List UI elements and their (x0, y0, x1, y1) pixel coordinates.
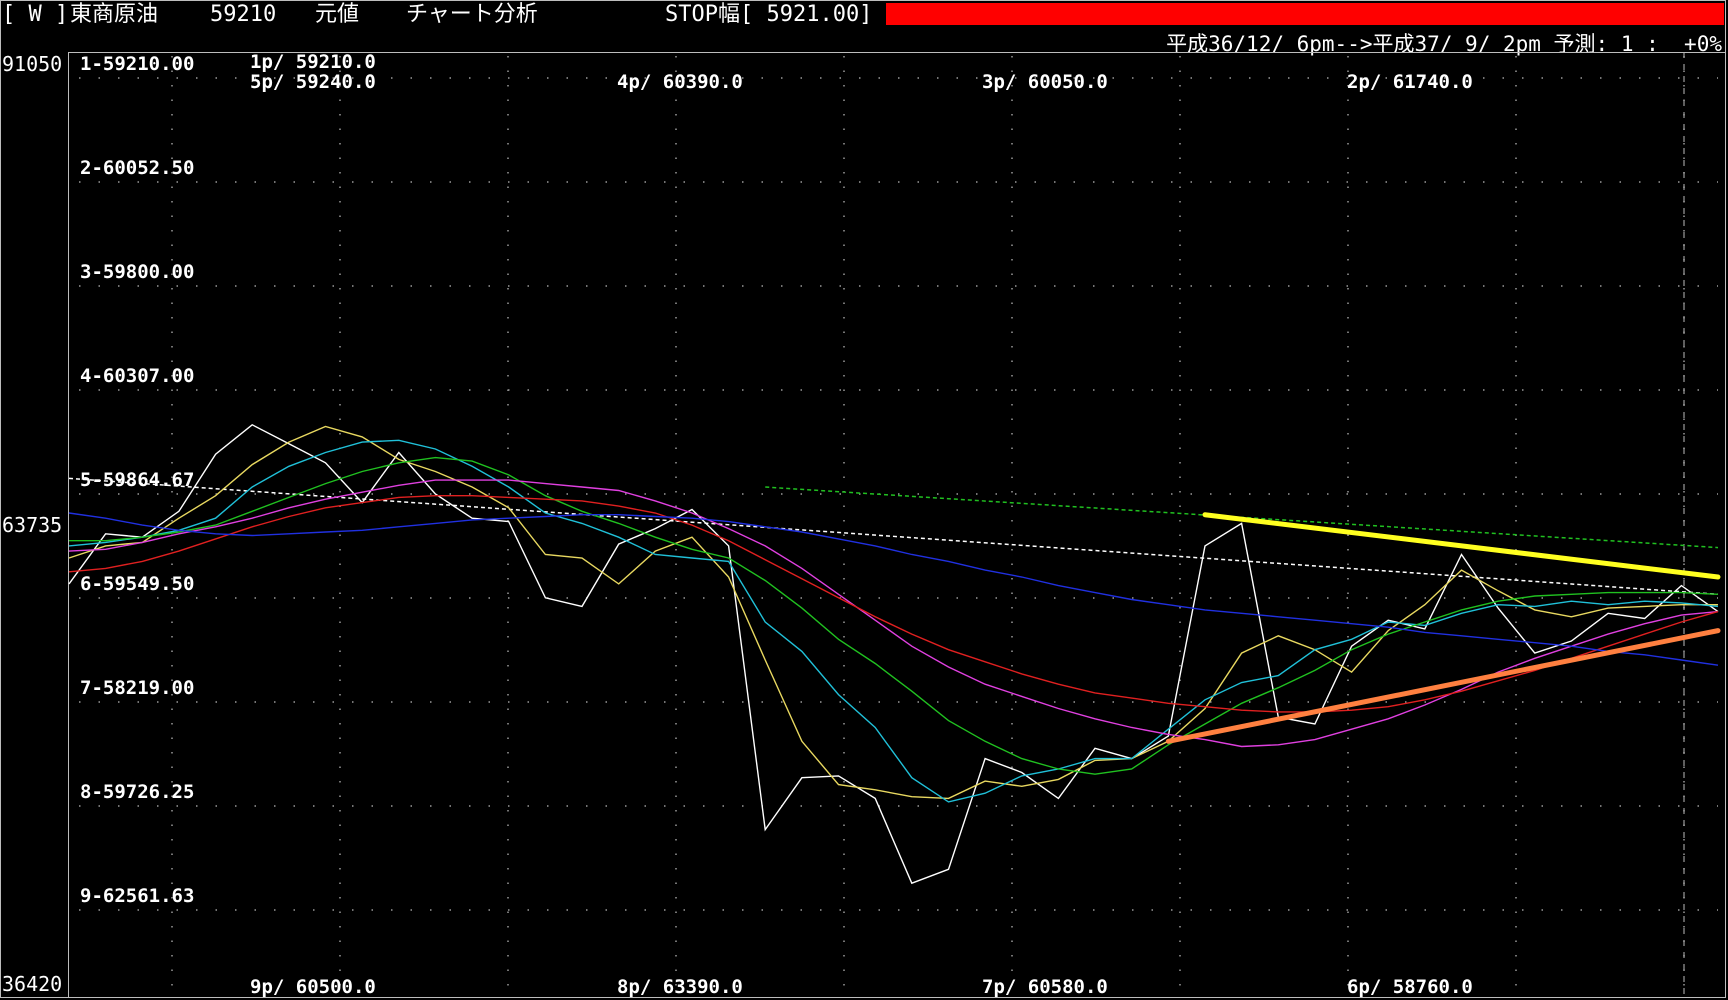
bottom-period-label: 6p/ 58760.0 (1347, 976, 1473, 998)
top-period-label: 1p/ 59210.0 (250, 51, 376, 73)
top-period-label: 3p/ 60050.0 (982, 71, 1108, 93)
trend-line-trend_upper (1202, 512, 1721, 580)
top-period-label: 2p/ 61740.0 (1347, 71, 1473, 93)
level-label: 7-58219.00 (80, 677, 194, 699)
series-line-green (69, 456, 1719, 775)
trend-line-trend_lower (1165, 628, 1721, 744)
level-label: 6-59549.50 (80, 573, 194, 595)
level-label: 4-60307.00 (80, 365, 194, 387)
bottom-period-label: 7p/ 60580.0 (982, 976, 1108, 998)
series-line-yellow (68, 425, 1718, 800)
bottom-period-label: 9p/ 60500.0 (250, 976, 376, 998)
level-label: 9-62561.63 (80, 885, 194, 907)
series-line-magenta (68, 479, 1719, 748)
top-period-label: 4p/ 60390.0 (617, 71, 743, 93)
level-label: 8-59726.25 (80, 781, 194, 803)
level-label: 2-60052.50 (80, 157, 194, 179)
level-label: 1-59210.00 (80, 53, 194, 75)
level-label: 3-59800.00 (80, 261, 194, 283)
price-chart[interactable]: 1-59210.00 2-60052.50 3-59800.00 4-60307.00… (0, 0, 1728, 1000)
series-line-white (68, 423, 1719, 885)
level-label: 5-59864.67 (80, 469, 194, 491)
top-period-label: 5p/ 59240.0 (250, 71, 376, 93)
bottom-period-label: 8p/ 63390.0 (617, 976, 743, 998)
